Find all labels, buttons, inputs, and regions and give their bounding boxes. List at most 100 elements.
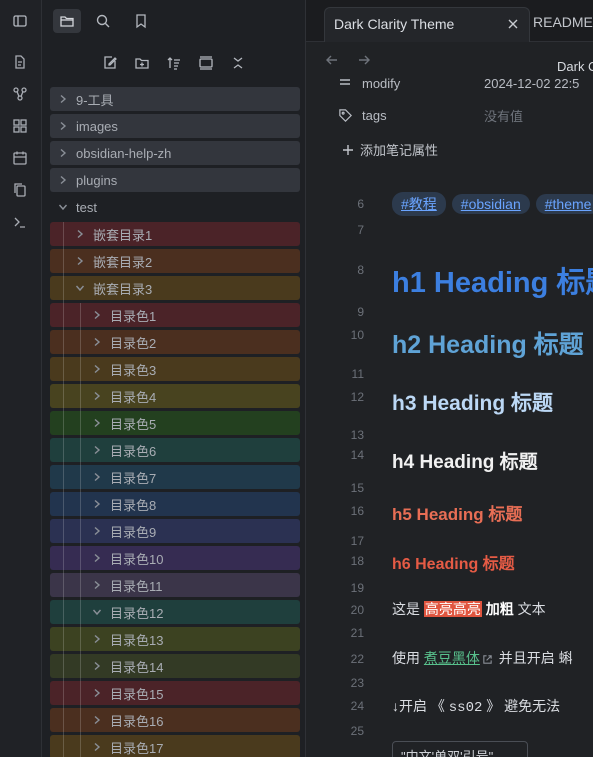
sidebar-toggle-icon[interactable] bbox=[6, 9, 34, 33]
property-modify[interactable]: modify 2024-12-02 22:5 bbox=[336, 72, 579, 94]
tag-icon bbox=[336, 106, 354, 124]
bookmark-icon[interactable] bbox=[127, 9, 155, 33]
chevron-right-icon[interactable] bbox=[56, 173, 70, 187]
chevron-right-icon[interactable] bbox=[90, 740, 104, 754]
tag-pill[interactable]: #obsidian bbox=[451, 194, 530, 214]
tree-folder-item[interactable]: images bbox=[50, 114, 300, 138]
tree-folder-item[interactable]: 目录色1 bbox=[50, 303, 300, 330]
tree-folder-item[interactable]: 目录色15 bbox=[50, 681, 300, 708]
chevron-down-icon[interactable] bbox=[56, 200, 70, 214]
tree-folder-item[interactable]: 目录色11 bbox=[50, 573, 300, 600]
tab-readme[interactable]: README bbox=[533, 14, 593, 30]
chevron-right-icon[interactable] bbox=[90, 578, 104, 592]
tree-folder-item[interactable]: 9-工具 bbox=[50, 87, 300, 111]
tag-pill[interactable]: #theme bbox=[535, 194, 593, 214]
back-arrow-icon[interactable] bbox=[324, 52, 340, 68]
indent-guide bbox=[63, 492, 64, 519]
property-tags[interactable]: tags 没有值 bbox=[336, 104, 523, 126]
paragraph-code: ↓开启 《 ss02 》 避免无法 bbox=[392, 696, 560, 716]
external-link[interactable]: 煮豆黑体 bbox=[424, 650, 480, 666]
tab-close-icon[interactable] bbox=[505, 16, 521, 32]
indent-guide bbox=[80, 735, 81, 757]
tree-folder-item[interactable]: 嵌套目录2 bbox=[50, 249, 300, 276]
line-number: 9 bbox=[357, 305, 364, 319]
tree-folder-item[interactable]: 目录色3 bbox=[50, 357, 300, 384]
chevron-right-icon[interactable] bbox=[90, 362, 104, 376]
chevron-right-icon[interactable] bbox=[90, 659, 104, 673]
tab-dark-clarity-theme[interactable]: Dark Clarity Theme bbox=[324, 7, 530, 42]
chevron-right-icon[interactable] bbox=[90, 389, 104, 403]
chevron-right-icon[interactable] bbox=[90, 443, 104, 457]
tree-folder-item[interactable]: obsidian-help-zh bbox=[50, 141, 300, 165]
chevron-right-icon[interactable] bbox=[90, 524, 104, 538]
close-icon[interactable] bbox=[227, 52, 249, 74]
forward-arrow-icon[interactable] bbox=[356, 52, 372, 68]
grid-icon[interactable] bbox=[10, 116, 30, 136]
tree-folder-item[interactable]: 目录色17 bbox=[50, 735, 300, 757]
calendar-icon[interactable] bbox=[10, 148, 30, 168]
paragraph-link: 使用 煮豆黑体 并且开启 蝌 bbox=[392, 648, 573, 668]
chevron-right-icon[interactable] bbox=[90, 686, 104, 700]
chevron-right-icon[interactable] bbox=[90, 416, 104, 430]
tree-item-label: 目录色11 bbox=[110, 578, 163, 594]
tree-folder-item[interactable]: 目录色10 bbox=[50, 546, 300, 573]
indent-guide bbox=[63, 708, 64, 735]
chevron-right-icon[interactable] bbox=[90, 497, 104, 511]
tree-folder-item[interactable]: 目录色14 bbox=[50, 654, 300, 681]
tag-pill[interactable]: #教程 bbox=[392, 192, 446, 216]
tree-folder-item[interactable]: 目录色6 bbox=[50, 438, 300, 465]
chevron-right-icon[interactable] bbox=[56, 146, 70, 160]
graph-icon[interactable] bbox=[10, 84, 30, 104]
tree-folder-item[interactable]: 目录色7 bbox=[50, 465, 300, 492]
tree-folder-item[interactable]: 目录色12 bbox=[50, 600, 300, 627]
chevron-right-icon[interactable] bbox=[73, 254, 87, 268]
terminal-icon[interactable] bbox=[10, 212, 30, 232]
tree-folder-item[interactable]: 目录色5 bbox=[50, 411, 300, 438]
tree-item-label: 目录色6 bbox=[110, 443, 157, 459]
list-icon bbox=[336, 74, 354, 92]
tree-folder-item[interactable]: 目录色13 bbox=[50, 627, 300, 654]
chevron-down-icon[interactable] bbox=[90, 605, 104, 619]
chevron-right-icon[interactable] bbox=[90, 632, 104, 646]
chevron-down-icon[interactable] bbox=[73, 281, 87, 295]
folder-icon[interactable] bbox=[53, 9, 81, 33]
new-note-icon[interactable] bbox=[99, 52, 121, 74]
chevron-right-icon[interactable] bbox=[90, 308, 104, 322]
tree-folder-item[interactable]: 嵌套目录1 bbox=[50, 222, 300, 249]
new-folder-icon[interactable] bbox=[131, 52, 153, 74]
tree-folder-item[interactable]: 目录色9 bbox=[50, 519, 300, 546]
chevron-right-icon[interactable] bbox=[90, 335, 104, 349]
tree-folder-item[interactable]: 目录色4 bbox=[50, 384, 300, 411]
heading-3: h3 Heading 标题 bbox=[392, 392, 554, 415]
search-icon[interactable] bbox=[89, 9, 117, 33]
line-number: 14 bbox=[350, 448, 364, 462]
chevron-right-icon[interactable] bbox=[73, 227, 87, 241]
tree-folder-item[interactable]: test bbox=[50, 195, 300, 219]
tree-folder-item[interactable]: 目录色8 bbox=[50, 492, 300, 519]
chevron-right-icon[interactable] bbox=[90, 470, 104, 484]
chevron-right-icon[interactable] bbox=[56, 119, 70, 133]
copy-icon[interactable] bbox=[10, 180, 30, 200]
tree-folder-item[interactable]: 嵌套目录3 bbox=[50, 276, 300, 303]
property-value[interactable]: 2024-12-02 22:5 bbox=[484, 76, 579, 91]
add-property-button[interactable]: 添加笔记属性 bbox=[342, 140, 438, 159]
collapse-icon[interactable] bbox=[195, 52, 217, 74]
tree-item-label: obsidian-help-zh bbox=[76, 145, 172, 161]
text: 》 避免无法 bbox=[482, 698, 561, 714]
tree-folder-item[interactable]: 目录色16 bbox=[50, 708, 300, 735]
indent-guide bbox=[63, 330, 64, 357]
property-value[interactable]: 没有值 bbox=[484, 106, 523, 125]
chevron-right-icon[interactable] bbox=[56, 92, 70, 106]
tab-bar: Dark Clarity Theme README bbox=[306, 0, 593, 42]
tree-item-label: 目录色3 bbox=[110, 362, 157, 378]
sort-icon[interactable] bbox=[163, 52, 185, 74]
tree-item-label: 目录色17 bbox=[110, 740, 164, 756]
indent-guide bbox=[80, 708, 81, 735]
line-number: 16 bbox=[350, 504, 364, 518]
indent-guide bbox=[63, 573, 64, 600]
tree-folder-item[interactable]: plugins bbox=[50, 168, 300, 192]
chevron-right-icon[interactable] bbox=[90, 551, 104, 565]
chevron-right-icon[interactable] bbox=[90, 713, 104, 727]
tree-folder-item[interactable]: 目录色2 bbox=[50, 330, 300, 357]
plugin-icon[interactable] bbox=[10, 52, 30, 72]
